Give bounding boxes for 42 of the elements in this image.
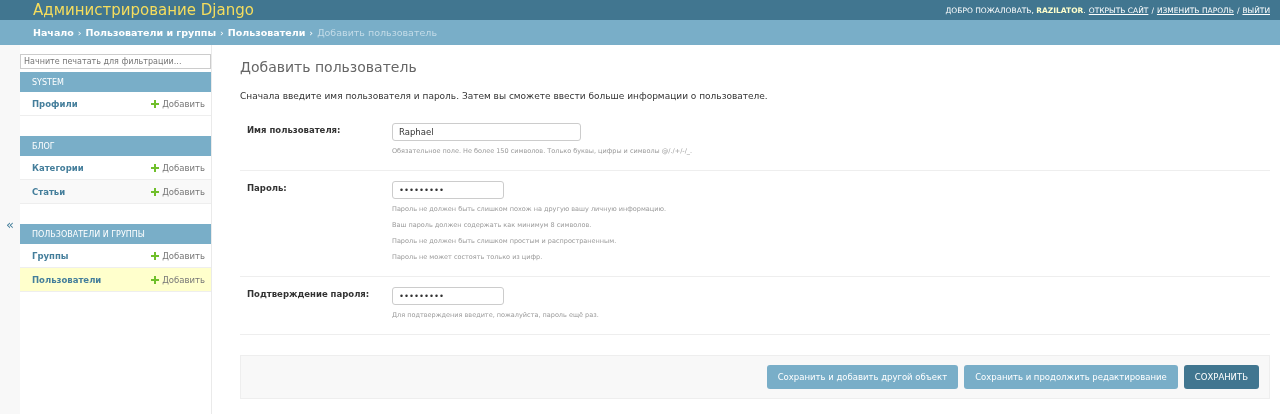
input-field[interactable]: Raphael [392, 123, 581, 141]
breadcrumb-link[interactable]: Начало [33, 27, 74, 38]
breadcrumb-link[interactable]: Пользователи [227, 27, 306, 38]
plus-icon [151, 99, 160, 108]
sidebar-item[interactable]: Пользователи Добавить [20, 268, 211, 292]
input-field[interactable]: ••••••••• [392, 181, 504, 199]
add-link[interactable]: Добавить [151, 186, 205, 197]
intro-text: Сначала введите имя пользователя и пароль. Затем вы сможете ввести больше информации о пользователе. [240, 91, 769, 101]
page-title: Добавить пользователь [240, 59, 418, 75]
field-label: Пароль: [247, 182, 288, 195]
plus-icon [151, 251, 160, 260]
breadcrumb-separator: › [77, 27, 82, 38]
model-link[interactable]: Пользователи [32, 274, 102, 285]
filter-field[interactable]: Начните печатать для фильтрации... [20, 54, 211, 69]
collapse-sidebar-button[interactable]: « [6, 217, 14, 232]
plus-icon [151, 275, 160, 284]
add-link[interactable]: Добавить [151, 98, 205, 109]
add-link[interactable]: Добавить [151, 274, 205, 285]
add-link[interactable]: Добавить [151, 250, 205, 261]
breadcrumb-current: Добавить пользователь [317, 27, 437, 38]
model-link[interactable]: Категории [32, 162, 84, 173]
breadcrumb-separator: › [309, 27, 314, 38]
module-header[interactable]: БЛОГ [20, 136, 211, 156]
module-header[interactable]: SYSTEM [20, 72, 211, 92]
plus-icon [151, 163, 160, 172]
save-button[interactable]: СОХРАНИТЬ [1183, 365, 1259, 389]
plus-icon [151, 187, 160, 196]
input-field[interactable]: ••••••••• [392, 287, 504, 305]
add-link[interactable]: Добавить [151, 162, 205, 173]
field-label: Имя пользователя: [247, 124, 342, 137]
model-link[interactable]: Профили [32, 98, 78, 109]
model-link[interactable]: Группы [32, 250, 69, 261]
sidebar-item[interactable]: Статьи Добавить [20, 180, 211, 204]
breadcrumb-separator: › [220, 27, 224, 38]
save-button[interactable]: Сохранить и добавить другой объект [766, 365, 959, 389]
save-button[interactable]: Сохранить и продолжить редактирование [964, 365, 1178, 389]
module-header[interactable]: ПОЛЬЗОВАТЕЛИ И ГРУППЫ [20, 224, 211, 244]
model-link[interactable]: Статьи [32, 186, 66, 197]
breadcrumb-link[interactable]: Пользователи и группы [85, 27, 216, 38]
site-title[interactable]: Администрирование Django [33, 0, 254, 20]
field-label: Подтверждение пароля: [247, 288, 371, 301]
sidebar-item[interactable]: Профили Добавить [20, 92, 211, 116]
